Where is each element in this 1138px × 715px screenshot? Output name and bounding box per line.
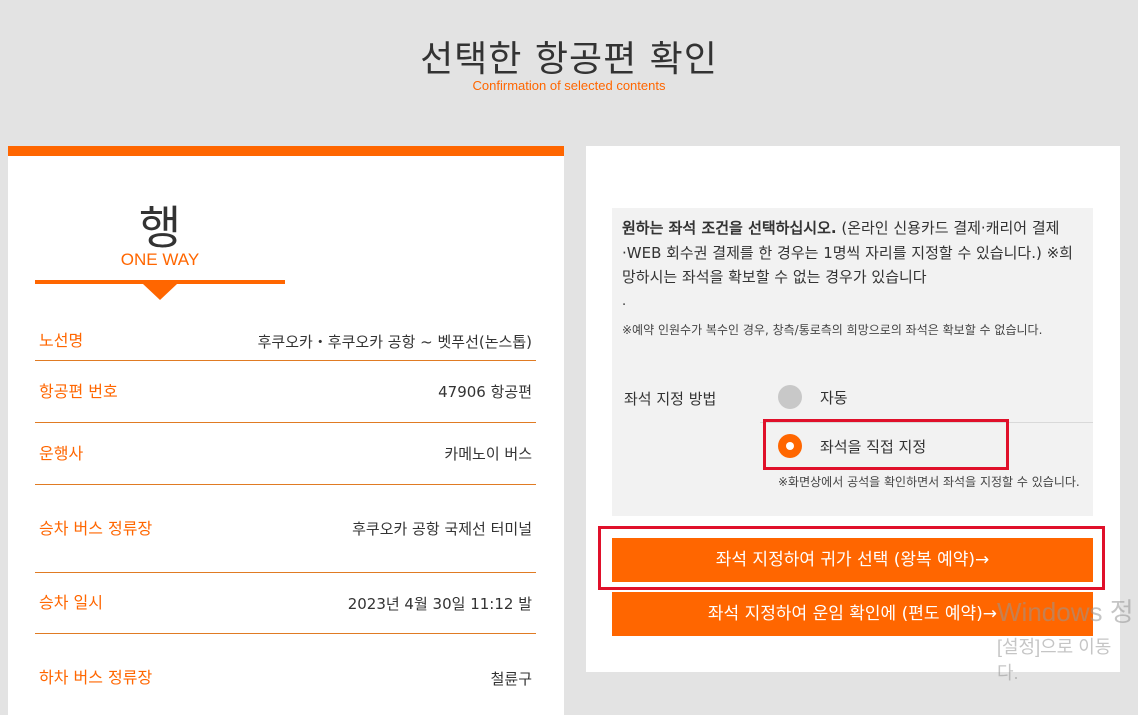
watermark-line: 다. xyxy=(997,663,1019,683)
seat-notice: 원하는 좌석 조건을 선택하십시오. (온라인 신용카드 결제·캐리어 결제·W… xyxy=(622,216,1086,290)
radio-unselected-icon[interactable] xyxy=(778,385,802,409)
info-row-route: 노선명 후쿠오카・후쿠오카 공항 ~ 벳푸선(논스톱) xyxy=(35,322,536,361)
info-label: 하차 버스 정류장 xyxy=(39,668,153,687)
info-row-flight-number: 항공편 번호 47906 항공편 xyxy=(35,361,536,423)
direction-title: 행 xyxy=(138,201,182,255)
seat-note: ※예약 인원수가 복수인 경우, 창측/통로측의 희망으로의 좌석은 확보할 수… xyxy=(622,323,1043,337)
seat-notice-bold: 원하는 좌석 조건을 선택하십시오. xyxy=(622,219,837,237)
seat-notice-dot: . xyxy=(622,294,627,309)
info-label: 노선명 xyxy=(39,331,84,350)
direction-arrow-icon xyxy=(143,284,177,300)
manual-seat-hint: ※화면상에서 공석을 확인하면서 좌석을 지정할 수 있습니다. xyxy=(778,475,1080,489)
round-trip-seat-button[interactable]: 좌석 지정하여 귀가 선택 (왕복 예약)→ xyxy=(612,538,1093,582)
info-row-operator: 운행사 카메노이 버스 xyxy=(35,423,536,485)
seat-method-label: 좌석 지정 방법 xyxy=(624,390,717,408)
watermark-line: Windows 정 xyxy=(997,597,1134,627)
info-row-boarding-time: 승차 일시 2023년 4월 30일 11:12 발 xyxy=(35,573,536,634)
info-row-alighting-stop: 하차 버스 정류장 철륜구 xyxy=(35,634,536,715)
direction-subtitle: ONE WAY xyxy=(120,250,200,269)
seat-condition-box: 원하는 좌석 조건을 선택하십시오. (온라인 신용카드 결제·캐리어 결제·W… xyxy=(612,208,1093,516)
info-value: 47906 항공편 xyxy=(438,383,532,401)
radio-auto-label[interactable]: 자동 xyxy=(820,387,848,408)
page-title: 선택한 항공편 확인 xyxy=(420,39,718,80)
radio-auto[interactable]: 자동 xyxy=(778,385,848,409)
page-subtitle: Confirmation of selected contents xyxy=(472,78,666,93)
highlight-frame xyxy=(763,419,1009,470)
info-value: 카메노이 버스 xyxy=(444,445,532,463)
info-label: 승차 버스 정류장 xyxy=(39,518,153,538)
info-label: 항공편 번호 xyxy=(39,381,118,401)
watermark-line: [설정]으로 이동 xyxy=(997,637,1112,657)
info-value: 후쿠오카・후쿠오카 공항 ~ 벳푸선(논스톱) xyxy=(257,332,532,351)
flight-info-list: 노선명 후쿠오카・후쿠오카 공항 ~ 벳푸선(논스톱) 항공편 번호 47906… xyxy=(35,322,536,715)
info-row-boarding-stop: 승차 버스 정류장 후쿠오카 공항 국제선 터미널 xyxy=(35,485,536,573)
flight-summary-card: 행 ONE WAY 노선명 후쿠오카・후쿠오카 공항 ~ 벳푸선(논스톱) 항공… xyxy=(8,146,564,715)
windows-activation-watermark: Windows 정 [설정]으로 이동 다. xyxy=(997,592,1134,685)
info-value: 철륜구 xyxy=(490,669,532,688)
info-label: 운행사 xyxy=(39,443,84,463)
info-value: 후쿠오카 공항 국제선 터미널 xyxy=(352,520,532,538)
info-label: 승차 일시 xyxy=(39,593,103,612)
info-value: 2023년 4월 30일 11:12 발 xyxy=(347,594,532,613)
